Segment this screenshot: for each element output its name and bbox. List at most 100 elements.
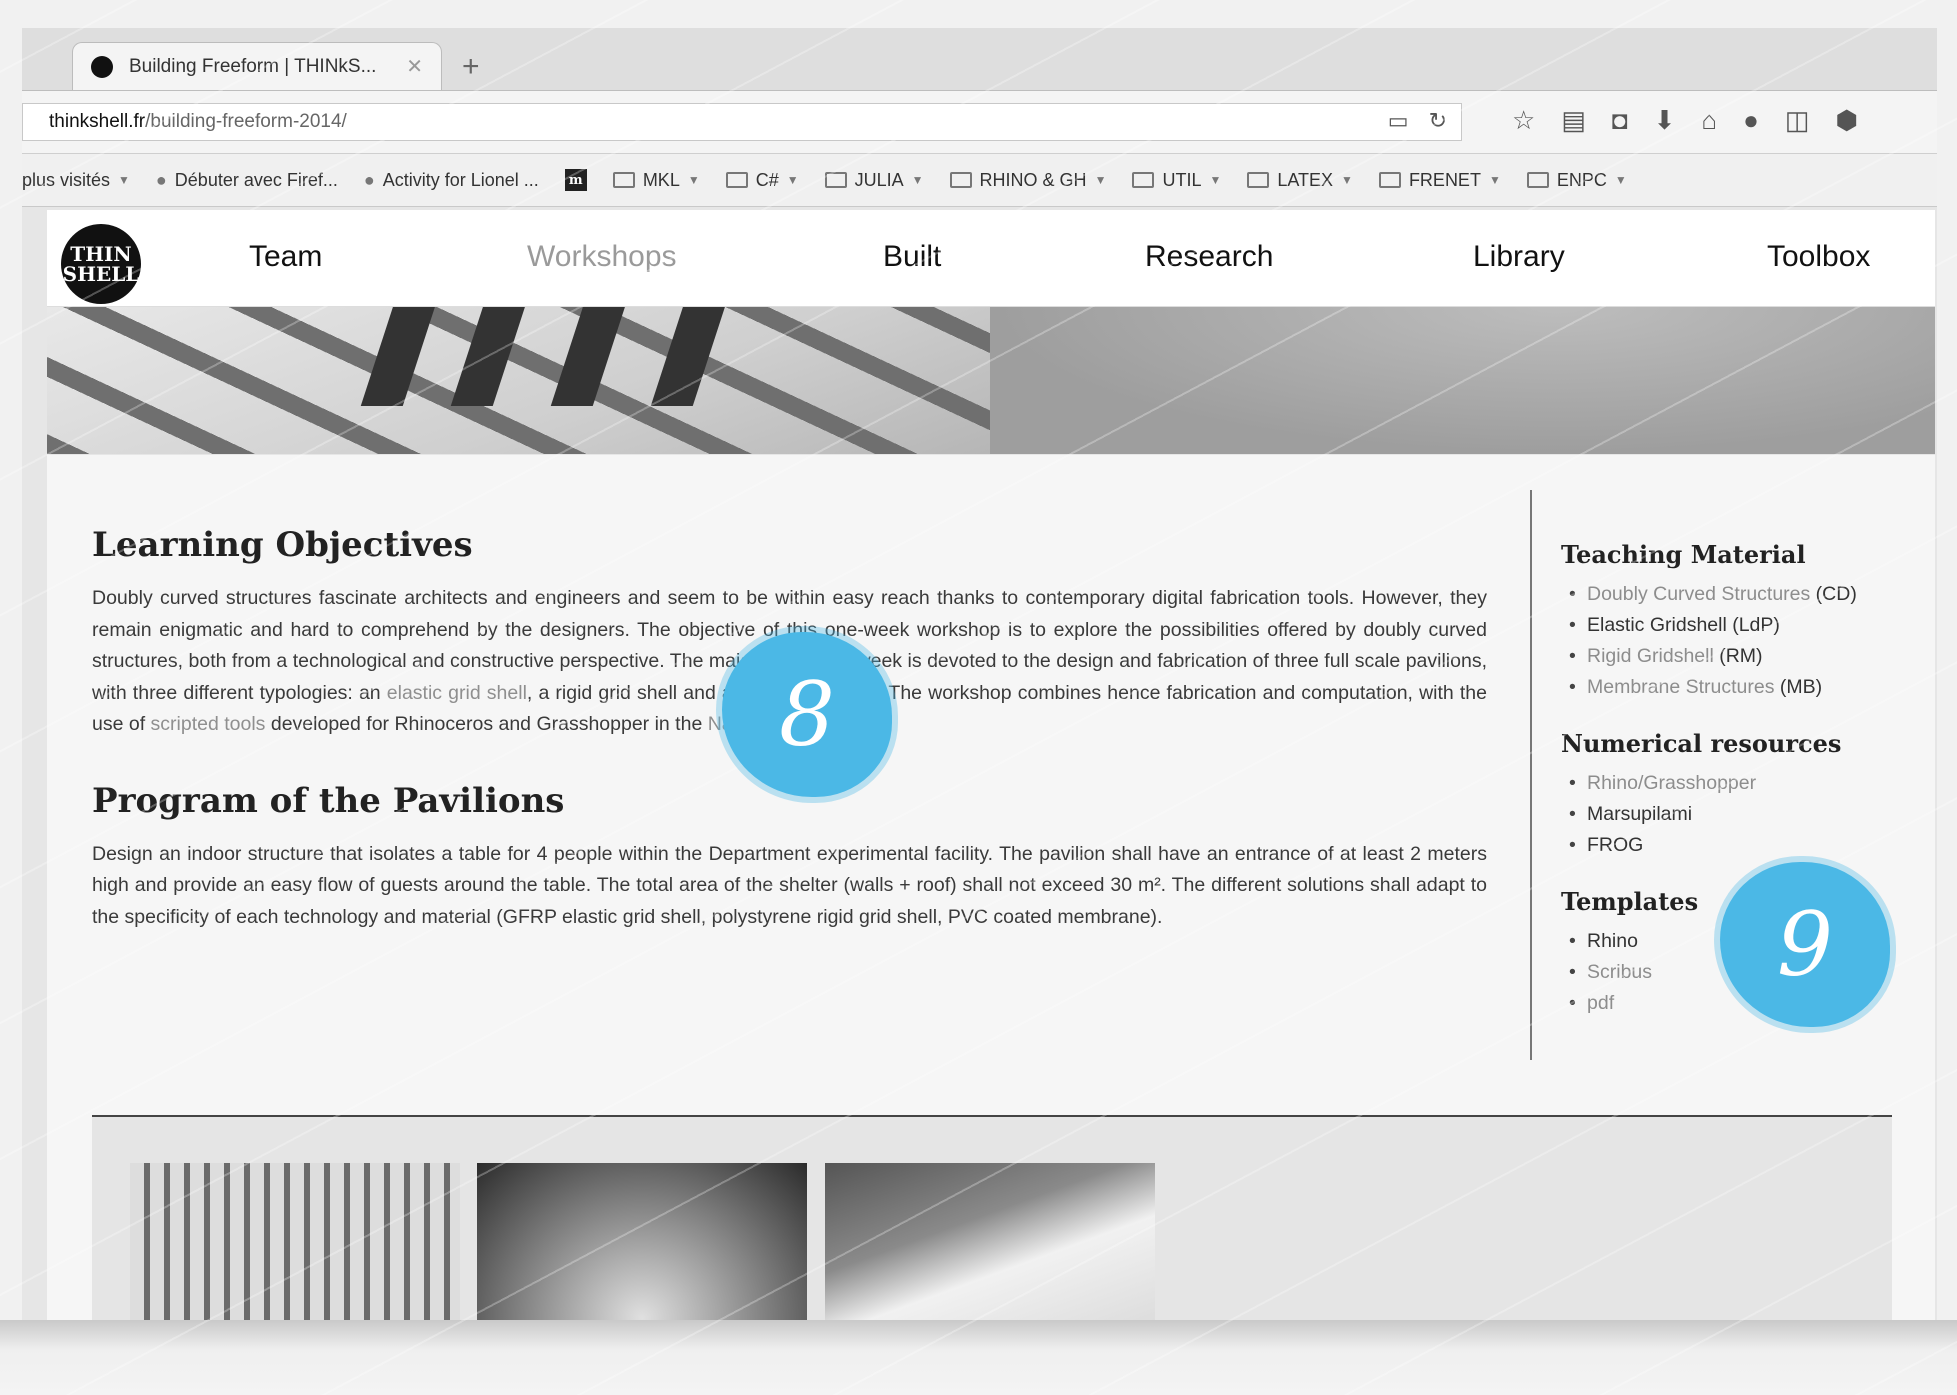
list-item[interactable]: Doubly Curved Structures (CD) xyxy=(1569,579,1901,610)
bookmark-favicon-icon: ● xyxy=(155,169,167,190)
bookmark-item[interactable]: JULIA ▼ xyxy=(824,169,924,191)
chevron-down-icon: ▼ xyxy=(118,173,130,187)
list-item[interactable]: Membrane Structures (MB) xyxy=(1569,672,1901,703)
close-icon[interactable]: ✕ xyxy=(406,54,423,79)
bookmark-item[interactable]: C# ▼ xyxy=(725,169,799,191)
nav-research[interactable]: Research xyxy=(1145,240,1273,274)
frame-edge xyxy=(1937,0,1957,1395)
frame-edge xyxy=(0,1320,1957,1395)
folder-icon xyxy=(1378,172,1401,188)
folder-icon xyxy=(1132,172,1155,188)
bookmark-item[interactable]: ENPC ▼ xyxy=(1526,169,1627,191)
bookmark-label: C# xyxy=(755,169,779,190)
site-favicon-icon xyxy=(91,55,113,78)
bookmark-label: FRENET xyxy=(1408,169,1481,190)
folder-icon xyxy=(725,172,748,188)
bookmark-item[interactable]: UTIL ▼ xyxy=(1132,170,1221,191)
adblock-icon[interactable]: ⬢ xyxy=(1835,105,1858,136)
list-item: FROG xyxy=(1569,830,1901,861)
site-navigation: THIN SHELL Team Workshops Built Research… xyxy=(47,210,1935,307)
resource-label: (CD) xyxy=(1810,583,1857,605)
bookmark-label: JULIA xyxy=(854,169,904,190)
bookmark-label: RHINO & GH xyxy=(979,169,1087,190)
bookmark-label: m xyxy=(564,169,587,191)
bookmark-item[interactable]: plus visités ▼ xyxy=(22,170,130,191)
frame-edge xyxy=(0,0,1957,28)
bookmark-label: LATEX xyxy=(1277,169,1334,190)
resource-link[interactable]: Scribus xyxy=(1587,961,1652,983)
bookmark-item[interactable]: RHINO & GH ▼ xyxy=(949,169,1107,191)
pocket-icon[interactable]: ◘ xyxy=(1612,105,1628,136)
list-item: Marsupilami xyxy=(1569,799,1901,830)
sidebar-icon[interactable]: ◫ xyxy=(1785,105,1810,136)
list-item[interactable]: Rhino/Grasshopper xyxy=(1569,768,1901,799)
resource-link[interactable]: Doubly Curved Structures xyxy=(1587,583,1810,605)
logo-text: THIN SHELL xyxy=(62,242,140,286)
reader-view-icon[interactable]: ▭ xyxy=(1388,108,1409,134)
bookmark-star-icon[interactable]: ☆ xyxy=(1512,105,1535,136)
numerical-resources-list: Rhino/Grasshopper Marsupilami FROG xyxy=(1561,768,1901,861)
reload-icon[interactable]: ↻ xyxy=(1429,108,1447,134)
elastic-grid-shell-link[interactable]: elastic grid shell xyxy=(387,682,527,704)
resource-label: (RM) xyxy=(1713,645,1763,667)
folder-icon xyxy=(949,172,972,188)
bookmark-label: MKL xyxy=(642,169,680,190)
bookmarks-bar: plus visités ▼ ● Débuter avec Firef... ● Acti… xyxy=(22,154,1937,207)
scripted-tools-link[interactable]: scripted tools xyxy=(151,713,266,735)
hero-banner xyxy=(47,306,1935,454)
bookmark-item[interactable]: MKL ▼ xyxy=(612,169,700,191)
browser-nav-bar: thinkshell.fr/building-freeform-2014/ ▭ … xyxy=(22,91,1937,154)
sidebar-divider xyxy=(1530,490,1532,1060)
list-item[interactable]: Rigid Gridshell (RM) xyxy=(1569,641,1901,672)
site-logo[interactable]: THIN SHELL xyxy=(61,224,141,304)
download-icon[interactable]: ⬇ xyxy=(1654,105,1676,136)
url-host: thinkshell.fr xyxy=(49,111,146,132)
learning-objectives-heading: Learning Objectives xyxy=(92,525,473,565)
frame-edge xyxy=(0,0,22,1395)
reading-list-icon[interactable]: ▤ xyxy=(1561,105,1586,136)
nav-built[interactable]: Built xyxy=(883,240,941,274)
bookmark-item[interactable]: ● Activity for Lionel ... xyxy=(364,170,539,191)
bookmark-label: plus visités xyxy=(22,169,111,190)
hero-photo-left xyxy=(47,306,990,454)
browser-tab[interactable]: Building Freeform | THINkS... ✕ xyxy=(72,42,442,90)
url-path: /building-freeform-2014/ xyxy=(145,111,347,132)
resource-label: Marsupilami xyxy=(1587,803,1693,825)
new-tab-button[interactable]: + xyxy=(462,50,480,84)
address-bar[interactable]: thinkshell.fr/building-freeform-2014/ ▭ … xyxy=(22,103,1462,141)
bookmark-favicon-icon: ● xyxy=(363,169,375,190)
list-item: Elastic Gridshell (LdP) xyxy=(1569,610,1901,641)
folder-icon xyxy=(1247,172,1270,188)
home-icon[interactable]: ⌂ xyxy=(1701,105,1717,136)
bookmark-label: Activity for Lionel ... xyxy=(382,169,539,190)
resource-label: FROG xyxy=(1587,834,1644,856)
page-content: Learning Objectives Doubly curved struct… xyxy=(47,455,1935,1357)
bookmark-label: ENPC xyxy=(1556,169,1607,190)
nav-library[interactable]: Library xyxy=(1473,240,1565,274)
nav-workshops[interactable]: Workshops xyxy=(527,240,677,274)
bookmark-label: Débuter avec Firef... xyxy=(174,169,338,190)
resource-link[interactable]: Rhino/Grasshopper xyxy=(1587,772,1756,794)
teaching-material-list: Doubly Curved Structures (CD) Elastic Gri… xyxy=(1561,579,1901,703)
nav-team[interactable]: Team xyxy=(249,240,322,274)
resource-label: (MB) xyxy=(1774,676,1823,698)
tab-title: Building Freeform | THINkS... xyxy=(129,55,377,77)
folder-icon xyxy=(612,172,635,188)
bookmark-item[interactable]: FRENET ▼ xyxy=(1378,169,1501,191)
program-text: Design an indoor structure that isolates… xyxy=(92,842,1487,928)
chevron-down-icon: ▼ xyxy=(687,173,700,187)
chevron-down-icon: ▼ xyxy=(1488,173,1501,187)
bookmark-item[interactable]: ● Débuter avec Firef... xyxy=(156,170,338,191)
chat-icon[interactable]: ● xyxy=(1743,105,1759,136)
chevron-down-icon: ▼ xyxy=(786,173,799,187)
chevron-down-icon: ▼ xyxy=(1209,173,1222,187)
bookmark-item[interactable]: LATEX ▼ xyxy=(1247,170,1353,191)
bookmark-item[interactable]: m xyxy=(564,169,587,191)
folder-icon xyxy=(1526,172,1549,188)
resource-link[interactable]: pdf xyxy=(1587,992,1614,1014)
nav-toolbox[interactable]: Toolbox xyxy=(1767,240,1870,274)
resource-link[interactable]: Membrane Structures xyxy=(1587,676,1775,698)
chevron-down-icon: ▼ xyxy=(1094,173,1107,187)
resource-label: Rhino xyxy=(1587,930,1638,952)
resource-link[interactable]: Rigid Gridshell xyxy=(1587,645,1714,667)
